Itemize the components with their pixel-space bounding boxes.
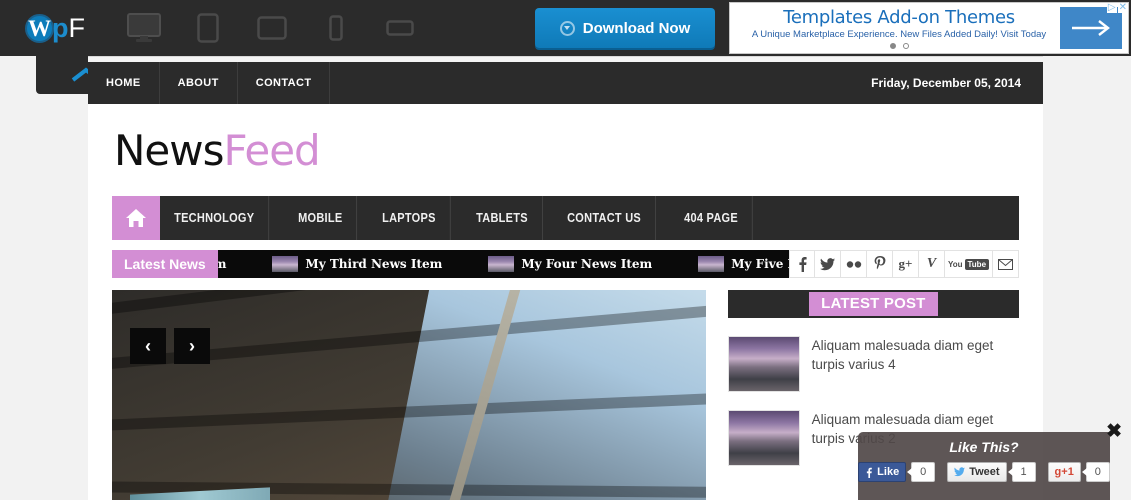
ticker-item[interactable]: My Four News Item (488, 256, 652, 272)
email-icon[interactable] (993, 250, 1019, 278)
menu-item-mobile[interactable]: MOBILE (284, 196, 358, 240)
logo-text-feed: Feed (223, 125, 321, 175)
ticker-thumbnail (488, 256, 515, 272)
ticker-track: s Item My Third News Item My Four News I… (184, 256, 789, 272)
ad-carousel-dots[interactable] (738, 42, 1060, 49)
wpfiller-logo: W p F (0, 0, 110, 56)
googleplus-plusone-label: g+1 (1054, 466, 1074, 478)
twitter-tweet-label: Tweet (969, 466, 1000, 478)
topnav-item-home[interactable]: HOME (88, 62, 160, 104)
current-date: Friday, December 05, 2014 (871, 76, 1021, 90)
topnav-item-about[interactable]: ABOUT (160, 62, 238, 104)
twitter-tweet-button[interactable]: Tweet (947, 462, 1007, 482)
desktop-icon (127, 13, 161, 42)
home-icon (126, 209, 146, 227)
device-switcher (120, 6, 424, 50)
like-popup-title: Like This? (949, 439, 1019, 455)
tablet-landscape-view-button[interactable] (248, 6, 296, 50)
post-title[interactable]: Aliquam malesuada diam eget turpis variu… (812, 336, 1019, 392)
youtube-icon[interactable]: You Tube (945, 250, 993, 278)
latest-post-header: LATEST POST (727, 290, 1019, 318)
phone-landscape-view-button[interactable] (376, 6, 424, 50)
list-item[interactable]: Aliquam malesuada diam eget turpis variu… (727, 336, 1019, 392)
phone-portrait-view-button[interactable] (312, 6, 360, 50)
facebook-icon[interactable] (789, 250, 815, 278)
download-now-button[interactable]: Download Now (535, 8, 715, 48)
googleplus-widget[interactable]: g+1 0 (1047, 462, 1110, 482)
ad-cta-button[interactable] (1060, 7, 1122, 49)
ad-text-block: Templates Add-on Themes A Unique Marketp… (730, 6, 1060, 49)
googleplus-plusone-count: 0 (1081, 462, 1110, 482)
close-icon[interactable]: ✖ (1106, 422, 1122, 441)
tablet-landscape-icon (257, 16, 287, 40)
slider-next-button[interactable]: › (174, 328, 210, 364)
like-popup-buttons: Like 0 Tweet 1 g+1 0 (858, 462, 1110, 482)
ad-banner[interactable]: Templates Add-on Themes A Unique Marketp… (729, 2, 1129, 54)
logo-text-news: News (114, 125, 224, 175)
facebook-like-button[interactable]: Like (858, 462, 907, 482)
twitter-tweet-count: 1 (1007, 462, 1036, 482)
topnav-item-contact[interactable]: CONTACT (238, 62, 331, 104)
news-ticker-row: Latest News s Item My Third News Item My… (112, 250, 1019, 278)
menu-item-404-page[interactable]: 404 PAGE (670, 196, 754, 240)
site-topnav: HOME ABOUT CONTACT Friday, December 05, … (88, 62, 1043, 104)
ad-subtitle: A Unique Marketplace Experience. New Fil… (751, 28, 1047, 40)
googleplus-plusone-button[interactable]: g+1 (1047, 462, 1081, 482)
menu-item-tablets[interactable]: TABLETS (462, 196, 543, 240)
adchoices-icon[interactable]: ▷ (1106, 3, 1117, 13)
download-circle-icon (559, 20, 575, 36)
desktop-view-button[interactable] (120, 6, 168, 50)
latest-post-heading: LATEST POST (809, 292, 938, 316)
download-label: Download Now (582, 19, 691, 37)
ad-close-icon[interactable]: ✕ (1117, 3, 1128, 13)
pinterest-icon[interactable] (867, 250, 893, 278)
site-logo-area: NewsFeed (88, 104, 1043, 196)
ad-dot-1[interactable] (889, 42, 896, 49)
brand-letter-f: F (68, 12, 86, 43)
phone-landscape-icon (386, 20, 414, 36)
slider-prev-button[interactable]: ‹ (130, 328, 166, 364)
twitter-icon[interactable] (815, 250, 841, 278)
facebook-like-label: Like (877, 466, 900, 478)
social-icon-bar: g+ V You Tube (789, 250, 1019, 278)
menu-item-laptops[interactable]: LAPTOPS (368, 196, 451, 240)
ticker-item-label: My Five News Item (731, 257, 789, 271)
arrow-right-icon (1072, 20, 1110, 36)
facebook-like-count: 0 (907, 462, 936, 482)
facebook-like-widget[interactable]: Like 0 (858, 462, 936, 482)
phone-portrait-icon (329, 15, 343, 41)
vimeo-icon[interactable]: V (919, 250, 945, 278)
post-thumbnail (727, 336, 800, 392)
twitter-tweet-widget[interactable]: Tweet 1 (947, 462, 1036, 482)
ticker-label: Latest News (112, 250, 218, 278)
ticker-item[interactable]: My Third News Item (272, 256, 442, 272)
brand-letter-p: p (52, 12, 69, 43)
ticker-item-label: My Four News Item (521, 257, 653, 271)
ad-title: Templates Add-on Themes (783, 6, 1015, 28)
ticker-item[interactable]: My Five News Item (698, 256, 789, 272)
like-this-popup: ✖ Like This? Like 0 Tweet 1 g+1 0 (858, 422, 1122, 500)
news-ticker[interactable]: Latest News s Item My Third News Item My… (112, 250, 789, 278)
ticker-thumbnail (272, 256, 299, 272)
ticker-item-label: My Third News Item (305, 257, 443, 271)
site-logo[interactable]: NewsFeed (114, 125, 321, 175)
wordpress-icon: W (25, 13, 54, 43)
menu-item-contact-us[interactable]: CONTACT US (553, 196, 657, 240)
site-main-menu: TECHNOLOGY MOBILE LAPTOPS TABLETS CONTAC… (112, 196, 1019, 240)
ticker-thumbnail (698, 256, 725, 272)
googleplus-icon[interactable]: g+ (893, 250, 919, 278)
menu-item-home[interactable] (112, 196, 160, 240)
tablet-portrait-icon (197, 13, 219, 43)
tablet-portrait-view-button[interactable] (184, 6, 232, 50)
post-thumbnail (727, 410, 800, 466)
ad-dot-2[interactable] (902, 42, 909, 49)
featured-slider[interactable]: ‹ › (112, 290, 706, 500)
flickr-icon[interactable] (841, 250, 867, 278)
ad-corner-controls[interactable]: ▷ ✕ (1106, 3, 1128, 13)
menu-item-technology[interactable]: TECHNOLOGY (160, 196, 270, 240)
